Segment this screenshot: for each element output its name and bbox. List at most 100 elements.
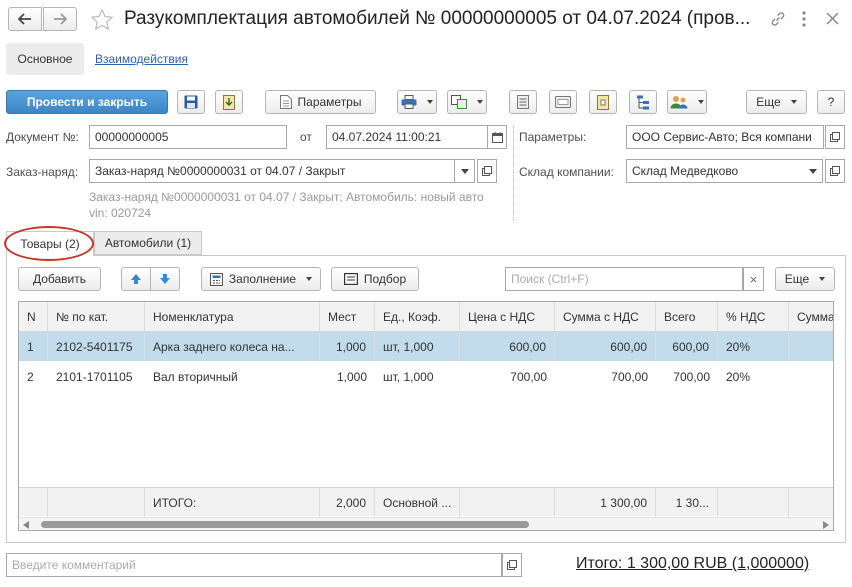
cell-sum: 600,00 [555, 332, 656, 361]
fill-button[interactable]: Заполнение [201, 267, 321, 291]
table-more-label: Еще [784, 272, 810, 286]
params-label: Параметры: [519, 130, 587, 144]
nav-tab-main[interactable]: Основное [6, 43, 84, 75]
move-up-button[interactable] [121, 267, 151, 291]
more-button[interactable]: Еще [746, 90, 807, 114]
warehouse-label: Склад компании: [519, 165, 614, 179]
comment-open-button[interactable] [502, 553, 522, 577]
cell-nomenclature: Арка заднего колеса на... [145, 332, 320, 361]
scroll-left-icon[interactable] [23, 521, 29, 529]
open-form-icon [507, 560, 517, 570]
cell-n: 2 [27, 369, 34, 384]
attachment-button[interactable] [589, 90, 617, 114]
post-and-close-button[interactable]: Провести и закрыть [6, 90, 168, 114]
open-form-icon [830, 132, 840, 142]
date-label: от [300, 130, 312, 144]
footer-sum: 1 300,00 [555, 488, 656, 517]
forward-button[interactable] [43, 7, 77, 31]
report-button[interactable] [509, 90, 537, 114]
horizontal-scrollbar[interactable] [19, 517, 833, 530]
cell-price: 700,00 [510, 369, 547, 384]
footer-total-label: ИТОГО: [145, 488, 320, 517]
cell-catalog-no: 2102-5401175 [48, 332, 145, 361]
card-button[interactable] [549, 90, 577, 114]
warehouse-dropdown-button[interactable] [803, 159, 823, 183]
cell-total: 600,00 [656, 332, 718, 361]
search-placeholder: Поиск (Ctrl+F) [511, 272, 589, 286]
date-field[interactable]: 04.07.2024 11:00:21 [326, 125, 488, 149]
post-button[interactable] [215, 90, 243, 114]
col-header-nomenclature[interactable]: Номенклатура [145, 302, 320, 331]
order-open-button[interactable] [477, 159, 497, 183]
move-down-button[interactable] [150, 267, 180, 291]
footer-price [460, 488, 555, 517]
comment-input[interactable]: Введите комментарий [6, 553, 502, 577]
save-button[interactable] [177, 90, 205, 114]
pick-button[interactable]: Подбор [331, 267, 419, 291]
arrow-right-icon [54, 13, 67, 25]
tab-cars-label: Автомобили (1) [104, 236, 192, 250]
cell-unit: шт, 1,000 [383, 369, 434, 384]
search-clear-button[interactable]: × [743, 267, 764, 291]
document-number-value: 00000000005 [95, 130, 169, 144]
link-icon[interactable] [770, 11, 786, 27]
chevron-down-icon [460, 168, 469, 174]
parameters-button[interactable]: Параметры [265, 90, 376, 114]
goods-table: N № по кат. Номенклатура Мест Ед., Коэф.… [18, 301, 834, 531]
cell-vat-sum [789, 332, 833, 361]
list-report-icon [517, 95, 529, 109]
highlight-ellipse [4, 226, 94, 261]
print-button[interactable] [397, 90, 437, 114]
table-row[interactable]: 2 2101-1701105 Вал вторичный 1,000 шт, 1… [19, 362, 833, 391]
col-header-unit[interactable]: Ед., Коэф. [375, 302, 460, 331]
arrow-up-icon [131, 274, 141, 284]
hierarchy-icon [637, 95, 649, 109]
calendar-button[interactable] [487, 125, 507, 149]
warehouse-field[interactable]: Склад Медведково [626, 159, 804, 183]
cell-vat: 20% [726, 369, 751, 384]
order-dropdown-button[interactable] [455, 159, 475, 183]
col-header-n[interactable]: N [19, 302, 48, 331]
params-field[interactable]: ООО Сервис-Авто; Вся компани [626, 125, 824, 149]
create-based-on-button[interactable] [447, 90, 487, 114]
col-header-places[interactable]: Мест [320, 302, 375, 331]
tab-cars[interactable]: Автомобили (1) [94, 231, 202, 255]
table-row[interactable]: 1 2102-5401175 Арка заднего колеса на...… [19, 332, 833, 361]
table-header: N № по кат. Номенклатура Мест Ед., Коэф.… [19, 302, 833, 332]
document-yellow-icon [597, 94, 609, 110]
col-header-total[interactable]: Всего [656, 302, 718, 331]
col-header-vat[interactable]: % НДС [718, 302, 789, 331]
warehouse-open-button[interactable] [825, 159, 845, 183]
close-icon[interactable] [826, 12, 839, 25]
cell-vat-sum [789, 362, 833, 391]
footer-catalog-no [48, 488, 145, 517]
col-header-catalog-no[interactable]: № по кат. [48, 302, 145, 331]
users-button[interactable] [667, 90, 707, 114]
structure-button[interactable] [629, 90, 657, 114]
col-header-price[interactable]: Цена с НДС [460, 302, 555, 331]
back-button[interactable] [8, 7, 42, 31]
nav-tab-interactions[interactable]: Взаимодействия [95, 52, 188, 66]
col-header-sum[interactable]: Сумма с НДС [555, 302, 656, 331]
document-number-field[interactable]: 00000000005 [89, 125, 287, 149]
order-value: Заказ-наряд №0000000031 от 04.07 / Закры… [95, 164, 346, 178]
arrow-down-icon [160, 274, 170, 284]
search-input[interactable]: Поиск (Ctrl+F) [505, 267, 743, 291]
more-vertical-icon[interactable] [801, 10, 807, 28]
scrollbar-thumb[interactable] [41, 521, 529, 528]
col-header-vat-sum[interactable]: Сумма [789, 302, 833, 331]
help-button[interactable]: ? [817, 90, 845, 114]
star-icon[interactable] [91, 9, 113, 30]
scroll-right-icon[interactable] [823, 521, 829, 529]
footer-unit: Основной ... [375, 488, 460, 517]
cell-total: 700,00 [673, 369, 710, 384]
params-open-button[interactable] [825, 125, 845, 149]
cell-catalog-no: 2101-1701105 [56, 369, 133, 384]
pick-label: Подбор [363, 272, 407, 286]
warehouse-value: Склад Медведково [632, 164, 739, 178]
printer-icon [401, 95, 417, 109]
table-more-button[interactable]: Еще [775, 267, 835, 291]
floppy-disk-icon [184, 95, 198, 109]
order-field[interactable]: Заказ-наряд №0000000031 от 04.07 / Закры… [89, 159, 455, 183]
add-button[interactable]: Добавить [18, 267, 101, 291]
